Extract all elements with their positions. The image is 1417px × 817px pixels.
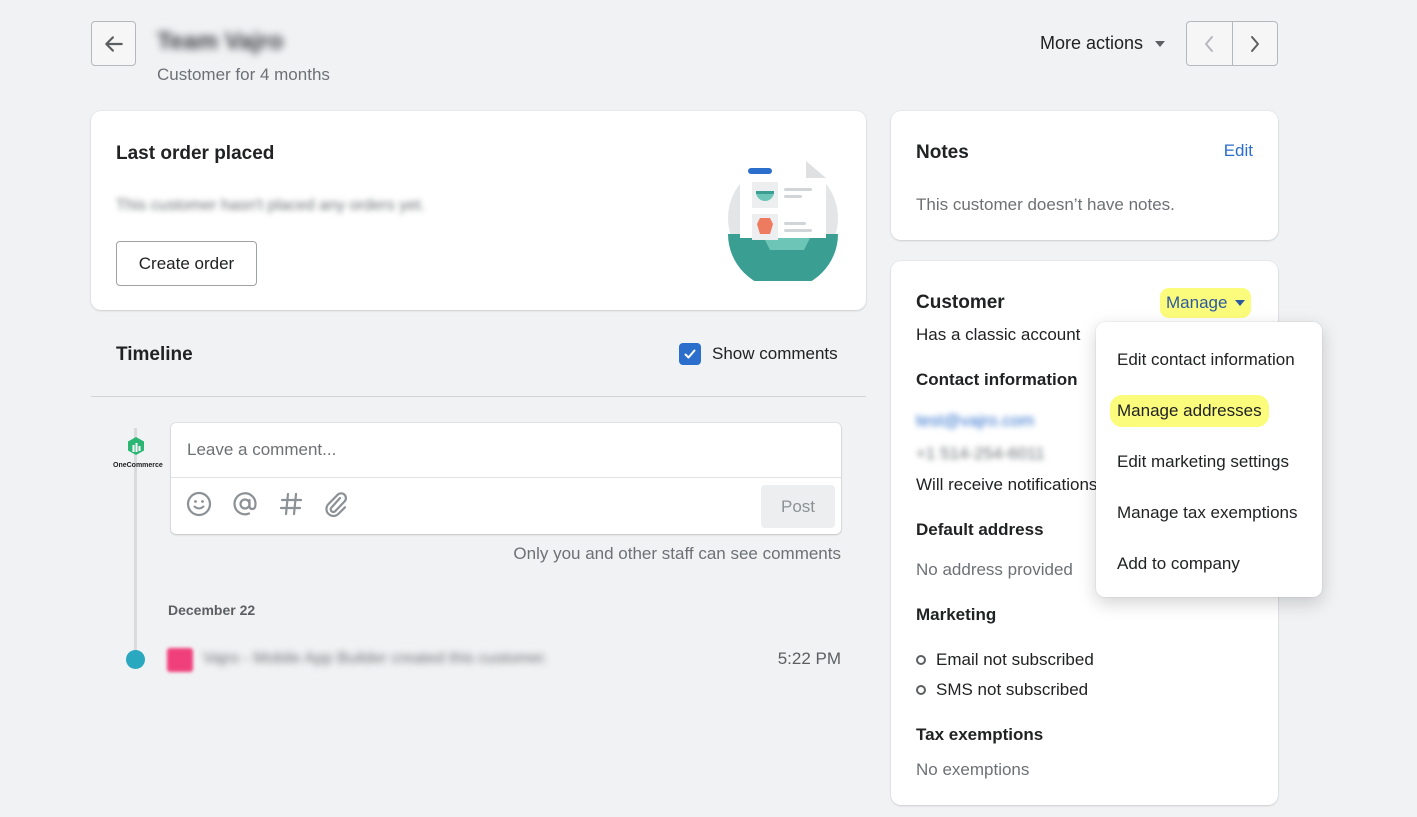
chevron-left-icon [1205, 35, 1214, 52]
previous-customer-button[interactable] [1187, 22, 1233, 65]
hashtag-button[interactable] [277, 490, 304, 517]
comment-visibility-hint: Only you and other staff can see comment… [513, 544, 841, 563]
order-illustration [728, 161, 838, 281]
status-ring-icon [916, 655, 926, 665]
timeline-date: December 22 [168, 602, 256, 618]
avatar: OneCommerce [113, 436, 163, 469]
last-order-title: Last order placed [116, 143, 275, 164]
checkbox-checked-icon [679, 343, 701, 365]
tax-exemptions-value: No exemptions [916, 760, 1030, 779]
status-ring-icon [916, 685, 926, 695]
at-sign-icon [232, 491, 257, 515]
menu-item-manage-tax-exemptions[interactable]: Manage tax exemptions [1110, 497, 1305, 529]
customer-email-link[interactable]: test@vajro.com [916, 411, 1034, 431]
page-subtitle: Customer for 4 months [157, 65, 330, 84]
comment-toolbar [185, 490, 350, 517]
marketing-heading: Marketing [916, 605, 997, 624]
menu-item-edit-marketing-settings[interactable]: Edit marketing settings [1110, 446, 1296, 478]
menu-item-edit-contact-information[interactable]: Edit contact information [1110, 344, 1302, 376]
back-button[interactable] [91, 21, 136, 66]
notes-card: Notes Edit This customer doesn’t have no… [891, 111, 1278, 240]
sms-marketing-label: SMS not subscribed [936, 680, 1089, 699]
timeline-title: Timeline [116, 344, 193, 365]
page-title: Team Vajro [157, 28, 284, 55]
show-comments-label: Show comments [712, 344, 838, 363]
mention-button[interactable] [231, 490, 258, 517]
avatar-label: OneCommerce [113, 462, 163, 469]
default-address-heading: Default address [916, 520, 1044, 539]
hashtag-icon [279, 492, 302, 515]
caret-down-icon [1235, 300, 1246, 306]
menu-item-add-to-company[interactable]: Add to company [1110, 548, 1247, 580]
create-order-button[interactable]: Create order [116, 241, 257, 286]
timeline-dot [126, 650, 145, 669]
manage-dropdown-menu: Edit contact information Manage addresse… [1096, 322, 1322, 597]
manage-button[interactable]: Manage [1160, 288, 1252, 318]
edit-notes-link[interactable]: Edit [1224, 141, 1253, 161]
onecommerce-logo-icon [128, 437, 144, 455]
last-order-card: Last order placed This customer hasn't p… [91, 111, 866, 310]
notes-text: This customer doesn’t have notes. [916, 195, 1175, 214]
customer-phone: +1 514-254-6011 [916, 444, 1045, 463]
last-order-message: This customer hasn't placed any orders y… [116, 197, 425, 214]
email-marketing-status: Email not subscribed [916, 650, 1094, 670]
comment-input[interactable] [171, 423, 841, 478]
more-actions-button[interactable]: More actions [1040, 33, 1166, 54]
more-actions-label: More actions [1040, 33, 1144, 53]
timeline-divider [91, 396, 866, 397]
pagination [1186, 21, 1278, 66]
comment-composer: Post [171, 423, 841, 534]
notes-title: Notes [916, 142, 969, 163]
tax-exemptions-heading: Tax exemptions [916, 725, 1044, 744]
menu-item-manage-addresses[interactable]: Manage addresses [1110, 395, 1269, 427]
arrow-left-icon [104, 35, 123, 52]
email-marketing-label: Email not subscribed [936, 650, 1094, 669]
default-address-value: No address provided [916, 560, 1073, 579]
timeline-event-text: Vajro - Mobile App Builder created this … [203, 650, 548, 667]
contact-heading: Contact information [916, 370, 1078, 389]
chevron-right-icon [1250, 35, 1259, 52]
smiley-icon [186, 491, 211, 516]
emoji-button[interactable] [185, 490, 212, 517]
show-comments-checkbox[interactable]: Show comments [679, 343, 838, 365]
sms-marketing-status: SMS not subscribed [916, 680, 1088, 700]
caret-down-icon [1155, 40, 1166, 47]
next-customer-button[interactable] [1233, 22, 1278, 65]
manage-label: Manage [1166, 293, 1228, 312]
account-status: Has a classic account [916, 325, 1081, 344]
app-icon [167, 648, 193, 672]
customer-title: Customer [916, 292, 1005, 313]
timeline-event-time: 5:22 PM [777, 649, 841, 668]
post-button[interactable]: Post [761, 485, 835, 528]
paperclip-icon [324, 491, 347, 517]
attach-button[interactable] [323, 490, 350, 517]
